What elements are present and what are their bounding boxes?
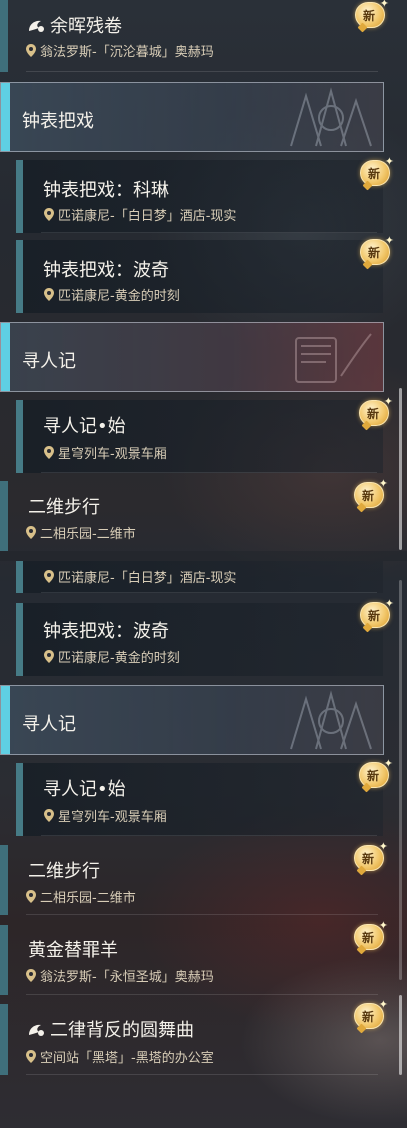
mission-title: 钟表把戏：波奇 [43,260,169,281]
divider [41,592,377,593]
location-pin-icon [44,809,54,822]
new-badge: 新 ✦ [360,155,394,188]
sub-mission-item[interactable]: 寻人记•始 星穹列车-观景车厢 [16,763,383,836]
clock-emblem-icon [290,690,372,750]
mission-location: 匹诺康尼-黄金的时刻 [44,285,180,304]
mission-location: 空间站「黑塔」-黑塔的办公室 [26,1047,214,1066]
mission-location: 二相乐园-二维市 [26,887,136,906]
mission-location: 翁法罗斯-「永恒圣城」奥赫玛 [26,966,214,985]
mission-title: 余晖残卷 [27,12,122,38]
new-badge: 新 ✦ [359,757,393,790]
location-pin-icon [44,208,54,221]
mission-title: 钟表把戏：波奇 [43,621,169,642]
accent-bar [16,400,23,473]
location-pin-icon [26,44,36,57]
new-badge: 新 ✦ [360,597,394,630]
mission-location: 星穹列车-观景车厢 [44,443,167,462]
mission-item[interactable]: 黄金替罪羊 翁法罗斯-「永恒圣城」奥赫玛 [0,925,386,995]
mission-location: 二相乐园-二维市 [26,523,136,542]
location-pin-icon [44,570,54,583]
sub-mission-item[interactable]: 钟表把戏：波奇 匹诺康尼-黄金的时刻 [16,603,383,676]
location-pin-icon [26,969,36,982]
scrollbar[interactable] [399,388,402,550]
new-badge: 新 ✦ [354,919,388,952]
accent-bar [16,603,23,676]
new-badge: 新 ✦ [354,840,388,873]
accent-bar [1,686,10,754]
accent-bar [1,323,10,391]
divider [41,232,377,233]
accent-bar [1,83,10,151]
accent-bar [16,160,23,233]
clock-emblem-icon [290,87,372,147]
new-badge: 新 ✦ [355,0,389,30]
location-pin-icon [44,650,54,663]
divider [26,914,378,915]
mission-location: 匹诺康尼-「白日梦」酒店-现实 [44,567,236,586]
accent-bar [0,481,8,551]
mission-location: 匹诺康尼-黄金的时刻 [44,647,180,666]
letter-emblem-icon [295,333,372,383]
new-badge: 新 ✦ [354,998,388,1031]
accent-bar [16,561,23,593]
divider [41,472,377,473]
new-badge: 新 ✦ [360,234,394,267]
mission-item[interactable]: 二维步行 二相乐园-二维市 [0,845,386,915]
mission-title: 二维步行 [28,861,100,882]
accent-bar [0,1004,8,1075]
accent-bar [0,925,8,995]
mission-location: 翁法罗斯-「沉沦暮城」奥赫玛 [26,41,214,60]
divider [26,71,378,72]
mission-title: 钟表把戏：科琳 [43,180,169,201]
location-pin-icon [26,890,36,903]
sub-mission-item[interactable]: 寻人记•始 星穹列车-观景车厢 [16,400,383,473]
companion-mission-icon [29,20,44,32]
new-badge: 新 ✦ [359,395,393,428]
mission-title: 寻人记•始 [43,416,126,437]
sub-mission-item[interactable]: 钟表把戏：波奇 匹诺康尼-黄金的时刻 [16,240,383,313]
divider [41,835,377,836]
mission-list-screen: 余晖残卷 翁法罗斯-「沉沦暮城」奥赫玛 新 ✦ 钟表把戏 钟表把戏：科琳 匹诺康尼… [0,0,407,1128]
scrollbar-thumb[interactable] [399,995,402,1075]
category-header-tracing[interactable]: 寻人记 [0,685,384,755]
category-header-clock-tricks[interactable]: 钟表把戏 [0,82,384,152]
scrollbar[interactable] [399,580,402,980]
mission-item[interactable]: 余晖残卷 翁法罗斯-「沉沦暮城」奥赫玛 [0,0,386,72]
panel-separator [0,551,407,561]
category-header-tracing[interactable]: 寻人记 [0,322,384,392]
accent-bar [16,240,23,313]
category-title: 寻人记 [22,714,76,735]
location-pin-icon [44,288,54,301]
companion-mission-icon [29,1024,44,1036]
mission-title: 黄金替罪羊 [28,940,118,961]
mission-title: 二维步行 [28,497,100,518]
mission-title: 二律背反的圆舞曲 [27,1016,194,1042]
sub-mission-item[interactable]: 钟表把戏：科琳 匹诺康尼-「白日梦」酒店-现实 [16,160,383,233]
accent-bar [0,845,8,915]
accent-bar [16,763,23,836]
accent-bar [0,0,8,72]
mission-location: 匹诺康尼-「白日梦」酒店-现实 [44,205,236,224]
sub-mission-item[interactable]: 匹诺康尼-「白日梦」酒店-现实 [16,561,383,593]
category-title: 钟表把戏 [22,111,94,132]
mission-item[interactable]: 二律背反的圆舞曲 空间站「黑塔」-黑塔的办公室 [0,1004,386,1075]
divider [26,1074,378,1075]
mission-item[interactable]: 二维步行 二相乐园-二维市 [0,481,386,551]
mission-title: 寻人记•始 [43,779,126,800]
mission-location: 星穹列车-观景车厢 [44,806,167,825]
location-pin-icon [44,446,54,459]
divider [26,994,378,995]
location-pin-icon [26,1050,36,1063]
new-badge: 新 ✦ [354,477,388,510]
location-pin-icon [26,526,36,539]
category-title: 寻人记 [22,351,76,372]
